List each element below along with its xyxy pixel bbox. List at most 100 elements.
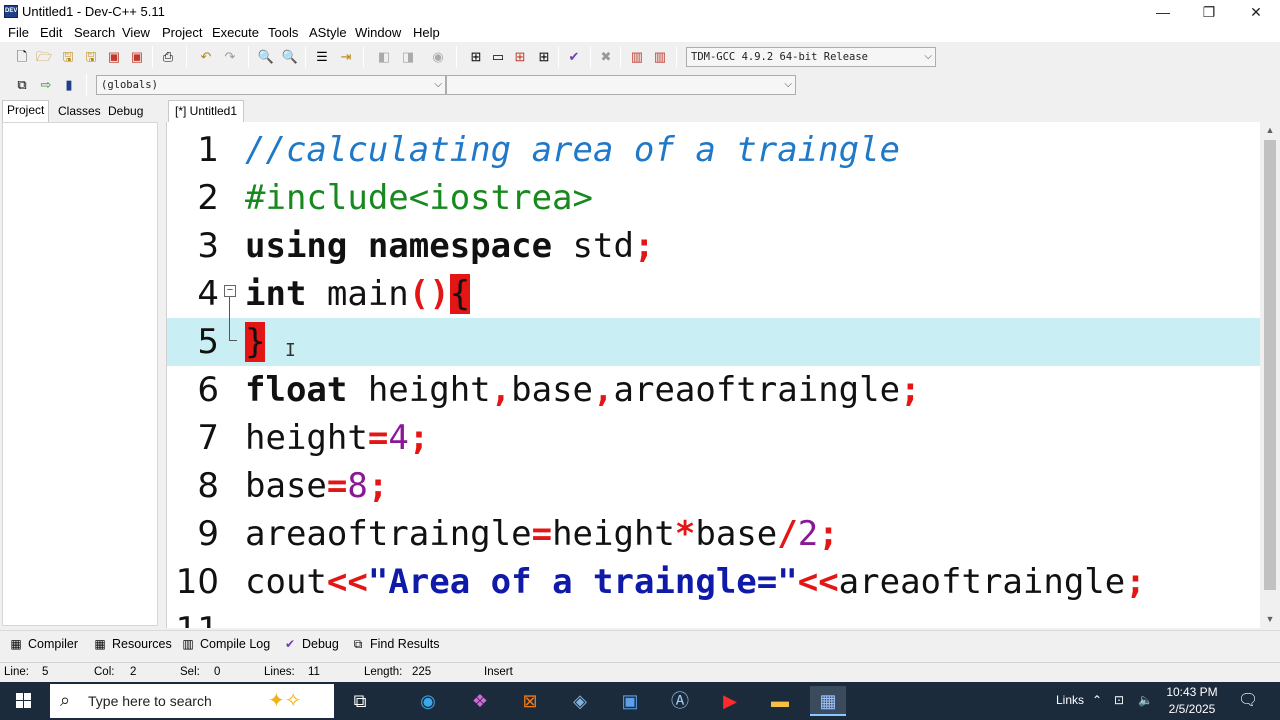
maximize-button[interactable]: ❐ bbox=[1186, 0, 1232, 24]
close-all-button[interactable]: ▣ bbox=[127, 47, 147, 67]
taskbar-clock[interactable]: 10:43 PM 2/5/2025 bbox=[1160, 684, 1224, 718]
menu-tools[interactable]: Tools bbox=[268, 25, 298, 40]
microsoft-store-icon[interactable]: ▣ bbox=[612, 686, 648, 716]
undo-button[interactable]: ↶ bbox=[196, 47, 216, 67]
youtube-icon[interactable]: ▶ bbox=[712, 686, 748, 716]
tray-chevron-up-icon[interactable]: ⌃ bbox=[1092, 693, 1102, 707]
project-tree[interactable] bbox=[2, 122, 158, 626]
tray-links[interactable]: Links bbox=[1056, 693, 1084, 707]
code-token: 4 bbox=[388, 418, 409, 458]
project-options-button[interactable]: ◉ bbox=[428, 47, 448, 67]
code-line[interactable]: 6 float height,base,areaoftraingle; bbox=[167, 366, 1260, 414]
tray-network-icon[interactable]: ⊡ bbox=[1114, 693, 1124, 707]
insert-button[interactable]: ⧉ bbox=[12, 75, 32, 95]
symbol-select[interactable]: ⌵ bbox=[446, 75, 796, 95]
close-all-icon: ▣ bbox=[130, 49, 144, 64]
code-line[interactable]: 2 #include<iostrea> bbox=[167, 174, 1260, 222]
close-file-button[interactable]: ▣ bbox=[104, 47, 124, 67]
edge-browser-icon[interactable]: ◉ bbox=[410, 686, 446, 716]
code-editor[interactable]: 1 //calculating area of a traingle 2 #inclu… bbox=[166, 122, 1260, 628]
find-button[interactable]: 🔍 bbox=[256, 47, 276, 67]
scroll-down-arrow-icon[interactable]: ▼ bbox=[1260, 611, 1280, 628]
save-button[interactable]: 🖫 bbox=[58, 47, 78, 67]
menu-window[interactable]: Window bbox=[355, 25, 401, 40]
file-explorer-icon[interactable]: ▬ bbox=[762, 686, 798, 716]
delete-profiling-button[interactable]: ▥ bbox=[650, 47, 670, 67]
code-line[interactable]: 5} bbox=[167, 318, 1260, 366]
code-line[interactable]: 11 bbox=[167, 606, 1260, 628]
fold-collapse-icon[interactable]: − bbox=[224, 285, 236, 297]
project-add-button[interactable]: ◧ bbox=[374, 47, 394, 67]
menu-astyle[interactable]: AStyle bbox=[309, 25, 347, 40]
tab-compile-log[interactable]: ▥ Compile Log bbox=[180, 635, 270, 655]
menu-file[interactable]: File bbox=[8, 25, 29, 40]
editor-tab-untitled1[interactable]: [*] Untitled1 bbox=[168, 100, 245, 122]
code-line[interactable]: 4 int main(){ bbox=[167, 270, 1260, 318]
project-remove-button[interactable]: ◨ bbox=[398, 47, 418, 67]
redo-button[interactable]: ↷ bbox=[220, 47, 240, 67]
compiler-select[interactable]: TDM-GCC 4.9.2 64-bit Release ⌵ bbox=[686, 47, 936, 67]
main-toolbar: 🗋 🗁 🖫 🖫 ▣ ▣ ⎙ ↶ ↷ 🔍 🔍 ☰ ⇥ ◧ ◨ ◉ ⊞ ▭ ⊞ ⊞ … bbox=[0, 43, 1280, 71]
task-view-icon[interactable]: ⧉ bbox=[342, 686, 378, 716]
code-token: ; bbox=[633, 226, 655, 266]
menu-view[interactable]: View bbox=[122, 25, 150, 40]
menu-edit[interactable]: Edit bbox=[40, 25, 62, 40]
line-number: 6 bbox=[197, 370, 219, 410]
replace-button[interactable]: 🔍 bbox=[280, 47, 300, 67]
syntax-check-button[interactable]: ✔ bbox=[564, 47, 584, 67]
open-button[interactable]: 🗁 bbox=[34, 47, 54, 67]
stop-execution-button[interactable]: ✖ bbox=[596, 47, 616, 67]
scrollbar-thumb[interactable] bbox=[1264, 140, 1276, 590]
code-line[interactable]: 3 using namespace std; bbox=[167, 222, 1260, 270]
compile-run-button[interactable]: ⊞ bbox=[510, 47, 530, 67]
code-line[interactable]: 1 //calculating area of a traingle bbox=[167, 126, 1260, 174]
editor-vertical-scrollbar[interactable]: ▲ ▼ bbox=[1260, 122, 1280, 628]
minimize-button[interactable]: — bbox=[1140, 0, 1186, 24]
goto-function-button[interactable]: ⇥ bbox=[336, 47, 356, 67]
toggle-bookmark-button[interactable]: ⇨ bbox=[36, 75, 56, 95]
scope-select[interactable]: (globals) ⌵ bbox=[96, 75, 446, 95]
code-token: cout bbox=[245, 562, 327, 602]
print-button[interactable]: ⎙ bbox=[158, 47, 178, 67]
goto-bookmark-button[interactable]: ▮ bbox=[59, 75, 79, 95]
notification-icon[interactable]: 🗨 bbox=[1238, 690, 1258, 710]
devcpp-taskbar-icon[interactable]: ▦ bbox=[810, 686, 846, 716]
search-icon: ⌕ bbox=[60, 690, 71, 710]
menu-search[interactable]: Search bbox=[74, 25, 115, 40]
goto-line-button[interactable]: ☰ bbox=[312, 47, 332, 67]
tray-volume-icon[interactable]: 🔈 bbox=[1138, 693, 1153, 707]
profile-analysis-button[interactable]: ▥ bbox=[627, 47, 647, 67]
tab-classes[interactable]: Classes bbox=[54, 102, 105, 122]
scroll-up-arrow-icon[interactable]: ▲ bbox=[1260, 122, 1280, 139]
rebuild-all-button[interactable]: ⊞ bbox=[534, 47, 554, 67]
start-button[interactable] bbox=[0, 682, 48, 720]
tab-find-results[interactable]: ⧉ Find Results bbox=[350, 635, 440, 655]
run-button[interactable]: ▭ bbox=[488, 47, 508, 67]
tab-debug-output[interactable]: ✔ Debug bbox=[282, 635, 339, 655]
toolbar-separator bbox=[305, 46, 306, 68]
tab-compiler[interactable]: ▦ Compiler bbox=[8, 635, 78, 655]
copilot-icon[interactable]: ❖ bbox=[462, 686, 498, 716]
tab-resources[interactable]: ▦ Resources bbox=[92, 635, 171, 655]
code-line[interactable]: 8 base=8; bbox=[167, 462, 1260, 510]
tab-project[interactable]: Project bbox=[2, 100, 50, 122]
menu-project[interactable]: Project bbox=[162, 25, 202, 40]
save-all-button[interactable]: 🖫 bbox=[81, 47, 101, 67]
code-token: = bbox=[367, 418, 389, 458]
code-line[interactable]: 10 cout<<"Area of a traingle="<<areaoftra… bbox=[167, 558, 1260, 606]
tab-debug[interactable]: Debug bbox=[104, 102, 147, 122]
menu-help[interactable]: Help bbox=[413, 25, 440, 40]
code-line[interactable]: 7 height=4; bbox=[167, 414, 1260, 462]
xampp-icon[interactable]: ⊠ bbox=[512, 686, 548, 716]
menu-execute[interactable]: Execute bbox=[212, 25, 259, 40]
new-file-button[interactable]: 🗋 bbox=[12, 47, 32, 67]
replace-icon: 🔍 bbox=[281, 49, 299, 64]
menu-bar: File Edit Search View Project Execute To… bbox=[0, 24, 1280, 42]
close-button[interactable]: ✕ bbox=[1233, 0, 1279, 24]
app-icon-a[interactable]: Ⓐ bbox=[662, 686, 698, 716]
taskbar-search-box[interactable]: ⌕ Type here to search ✦✧ bbox=[50, 684, 334, 718]
compile-button[interactable]: ⊞ bbox=[466, 47, 486, 67]
code-line[interactable]: 9 areaoftraingle=height*base/2; bbox=[167, 510, 1260, 558]
vscode-icon[interactable]: ◈ bbox=[562, 686, 598, 716]
code-text: //calculating area of a traingle bbox=[245, 126, 900, 174]
